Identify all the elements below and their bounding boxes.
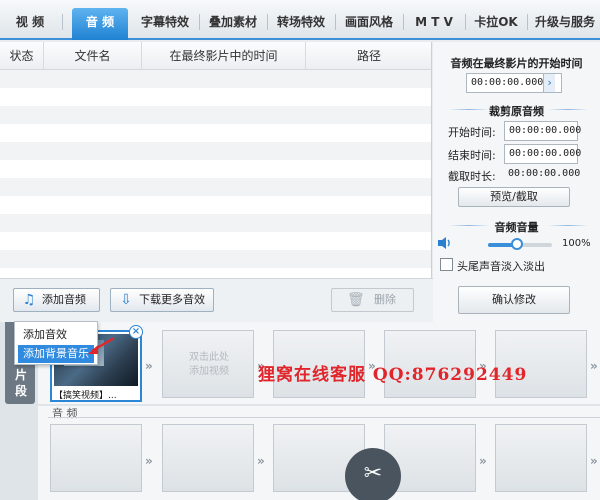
delete-button[interactable]: 🗑 删除 [331, 288, 414, 312]
audio-file-table[interactable]: 状态 文件名 在最终影片中的时间 路径 [0, 42, 432, 278]
column-status[interactable]: 状态 [0, 42, 44, 70]
chevron-right-icon[interactable]: › [543, 74, 555, 92]
table-row [0, 196, 431, 214]
tab-picture-style[interactable]: 画面风格 [338, 8, 400, 36]
add-audio-label: 添加音频 [42, 293, 86, 306]
trim-end-field[interactable]: 00:00:00.000 [504, 144, 582, 164]
tab-upgrade-service[interactable]: 升级与服务 [530, 8, 600, 36]
start-time-title: 音频在最终影片的开始时间 [450, 57, 583, 70]
start-time-value: 00:00:00.000 [471, 77, 544, 88]
empty-video-slot[interactable]: 双击此处 添加视频 [162, 330, 254, 398]
pointer-arrow-icon [86, 336, 116, 356]
tab-karaoke[interactable]: 卡拉OK [468, 8, 524, 36]
side-tab-char: 片 [14, 368, 27, 382]
tab-transitions[interactable]: 转场特效 [270, 8, 332, 36]
tab-video[interactable]: 视 频 [4, 8, 56, 36]
tab-separator [199, 14, 200, 30]
audio-settings-panel: 音频在最终影片的开始时间 00:00:00.000 › 裁剪原音频 开始时间: … [433, 42, 600, 322]
menu-item-add-sound-effect[interactable]: 添加音效 [18, 326, 94, 344]
tab-audio[interactable]: 音 频 [72, 8, 128, 40]
trim-duration-value: 00:00:00.000 [508, 168, 581, 179]
audio-track-divider [48, 417, 600, 418]
audio-slot[interactable] [50, 424, 142, 492]
side-tab-char: 段 [14, 384, 27, 398]
tab-separator [62, 14, 63, 30]
table-row [0, 178, 431, 196]
fade-checkbox[interactable] [440, 258, 453, 271]
table-row [0, 106, 431, 124]
clip-caption: 【搞笑视频】... [54, 391, 117, 401]
trim-start-field[interactable]: 00:00:00.000 [504, 121, 582, 141]
volume-slider-knob[interactable] [510, 238, 523, 250]
scissors-icon[interactable]: ✂ [345, 448, 401, 500]
audio-slot[interactable] [495, 424, 587, 492]
download-arrow-icon: ⇩ [120, 292, 132, 308]
table-header: 状态 文件名 在最终影片中的时间 路径 [0, 42, 431, 70]
column-filename[interactable]: 文件名 [44, 42, 142, 70]
tab-mtv[interactable]: M T V [406, 8, 462, 36]
support-watermark: 狸窝在线客服 QQ:876292449 [258, 365, 528, 385]
table-row [0, 88, 431, 106]
tab-overlay-assets[interactable]: 叠加素材 [202, 8, 264, 36]
column-time-in-movie[interactable]: 在最终影片中的时间 [142, 42, 306, 70]
table-row [0, 70, 431, 88]
chevron-right-icon: » [257, 454, 265, 468]
trim-end-label: 结束时间: [448, 149, 496, 162]
table-row [0, 160, 431, 178]
table-row [0, 124, 431, 142]
chevron-right-icon: » [145, 454, 153, 468]
tab-separator [267, 14, 268, 30]
speaker-icon[interactable] [437, 236, 453, 250]
table-row [0, 250, 431, 268]
table-row [0, 142, 431, 160]
section-divider [548, 109, 588, 110]
tab-separator [403, 14, 404, 30]
chevron-right-icon: » [590, 359, 598, 373]
chevron-right-icon: » [590, 454, 598, 468]
audio-slot[interactable] [162, 424, 254, 492]
download-more-button[interactable]: ⇩ 下载更多音效 [110, 288, 214, 312]
start-time-field[interactable]: 00:00:00.000 › [466, 73, 562, 93]
slot-placeholder: 双击此处 添加视频 [189, 352, 229, 377]
trim-start-value: 00:00:00.000 [509, 125, 582, 136]
tab-separator [527, 14, 528, 30]
chevron-right-icon: » [479, 454, 487, 468]
trim-duration-label: 截取时长: [448, 170, 496, 183]
preview-trim-button[interactable]: 预览/截取 [458, 187, 570, 207]
table-row [0, 214, 431, 232]
volume-title: 音频音量 [494, 221, 539, 234]
fade-label[interactable]: 头尾声音淡入淡出 [457, 258, 545, 274]
volume-percent: 100% [562, 238, 591, 249]
main-tab-bar: 视 频 音 频 字幕特效 叠加素材 转场特效 画面风格 M T V 卡拉OK 升… [0, 0, 600, 40]
confirm-changes-button[interactable]: 确认修改 [458, 286, 570, 314]
download-more-label: 下载更多音效 [139, 293, 205, 306]
audio-track-label: 音 频 [52, 407, 78, 420]
chevron-right-icon: » [145, 359, 153, 373]
tab-separator [465, 14, 466, 30]
delete-label: 删除 [374, 293, 396, 306]
section-divider [548, 225, 588, 226]
tab-subtitle-effects[interactable]: 字幕特效 [134, 8, 196, 36]
volume-slider[interactable] [488, 238, 552, 250]
trash-icon: 🗑 [347, 292, 365, 308]
add-audio-button[interactable]: ♫ 添加音频 [13, 288, 100, 312]
trim-title: 裁剪原音频 [489, 105, 544, 118]
menu-item-add-background-music[interactable]: 添加背景音乐 [18, 345, 94, 363]
column-path[interactable]: 路径 [306, 42, 431, 70]
audio-actions-bar: ♫ 添加音频 ⇩ 下载更多音效 🗑 删除 [0, 278, 433, 322]
trim-end-value: 00:00:00.000 [509, 148, 582, 159]
trim-start-label: 开始时间: [448, 126, 496, 139]
table-row [0, 232, 431, 250]
close-icon[interactable]: × [129, 325, 143, 339]
tab-separator [335, 14, 336, 30]
music-note-plus-icon: ♫ [22, 292, 36, 308]
table-row [0, 268, 431, 278]
